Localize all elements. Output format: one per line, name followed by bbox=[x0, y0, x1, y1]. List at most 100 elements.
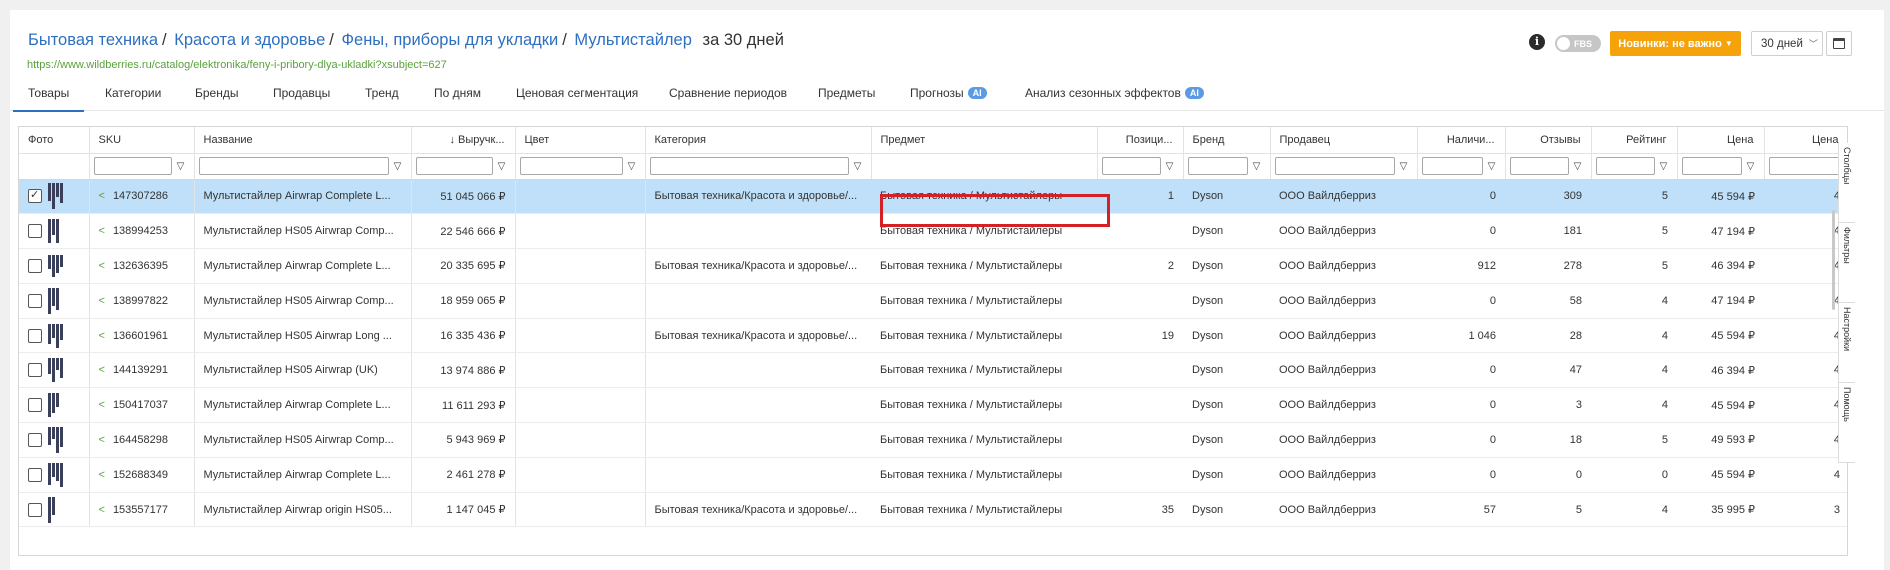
sku-cell[interactable]: <144139291 bbox=[89, 352, 195, 389]
fbs-toggle[interactable]: FBS bbox=[1555, 35, 1601, 52]
col-stock[interactable]: Наличи... bbox=[1417, 127, 1506, 154]
name-cell[interactable]: Мультистайлер Airwrap Complete L... bbox=[194, 457, 412, 493]
filter-icon[interactable]: ▽ bbox=[849, 161, 867, 172]
name-cell[interactable]: Мультистайлер HS05 Airwrap Comp... bbox=[194, 422, 412, 458]
share-icon[interactable]: < bbox=[99, 364, 105, 376]
table-row[interactable]: <138997822 Мультистайлер HS05 Airwrap Com… bbox=[19, 283, 1847, 319]
category-cell[interactable] bbox=[645, 213, 871, 250]
tab-period-comparison[interactable]: Сравнение периодов bbox=[669, 86, 787, 100]
subject-cell[interactable]: Бытовая техника / Мультистайлеры bbox=[871, 248, 1097, 284]
name-cell[interactable]: Мультистайлер HS05 Airwrap (UK) bbox=[194, 352, 412, 389]
sidebar-settings[interactable]: Настройки bbox=[1839, 303, 1855, 383]
filter-icon[interactable]: ▽ bbox=[623, 161, 641, 172]
share-icon[interactable]: < bbox=[99, 330, 105, 342]
category-cell[interactable]: Бытовая техника/Красота и здоровье/... bbox=[645, 248, 871, 284]
sku-value[interactable]: 132636395 bbox=[113, 260, 168, 272]
share-icon[interactable]: < bbox=[99, 260, 105, 272]
filter-input[interactable] bbox=[1681, 157, 1742, 175]
sku-cell[interactable]: <138994253 bbox=[89, 213, 195, 250]
period-select[interactable]: 30 дней ﹀ bbox=[1751, 31, 1823, 56]
filter-input[interactable] bbox=[415, 157, 493, 175]
product-thumbnail[interactable] bbox=[48, 287, 59, 314]
sku-cell[interactable]: <132636395 bbox=[89, 248, 195, 284]
sku-value[interactable]: 150417037 bbox=[113, 399, 168, 411]
share-icon[interactable]: < bbox=[99, 434, 105, 446]
sku-cell[interactable]: <138997822 bbox=[89, 283, 195, 319]
filter-icon[interactable]: ▽ bbox=[1655, 161, 1673, 172]
brand-cell[interactable]: Dyson bbox=[1183, 387, 1270, 424]
table-row[interactable]: <152688349 Мультистайлер Airwrap Complete… bbox=[19, 457, 1847, 493]
table-row[interactable]: <150417037 Мультистайлер Airwrap Complete… bbox=[19, 387, 1847, 424]
filter-input[interactable] bbox=[93, 157, 172, 175]
filter-icon[interactable]: ▽ bbox=[493, 161, 511, 172]
row-checkbox[interactable] bbox=[28, 258, 42, 273]
sidebar-help[interactable]: Помощь bbox=[1839, 383, 1855, 463]
brand-cell[interactable]: Dyson bbox=[1183, 352, 1270, 389]
brand-cell[interactable]: Dyson bbox=[1183, 318, 1270, 354]
subject-cell[interactable]: Бытовая техника / Мультистайлеры bbox=[871, 457, 1097, 493]
table-row[interactable]: <144139291 Мультистайлер HS05 Airwrap (UK… bbox=[19, 352, 1847, 389]
filter-input[interactable] bbox=[1421, 157, 1483, 175]
info-icon[interactable]: i bbox=[1529, 34, 1545, 50]
tab-sellers[interactable]: Продавцы bbox=[273, 86, 330, 100]
filter-input[interactable] bbox=[519, 157, 623, 175]
row-checkbox[interactable] bbox=[28, 432, 42, 447]
sku-value[interactable]: 152688349 bbox=[113, 469, 168, 481]
tab-trend[interactable]: Тренд bbox=[365, 86, 399, 100]
filter-icon[interactable]: ▽ bbox=[1395, 161, 1413, 172]
subject-cell[interactable]: Бытовая техника / Мультистайлеры bbox=[871, 283, 1097, 319]
name-cell[interactable]: Мультистайлер Airwrap Complete L... bbox=[194, 387, 412, 424]
row-checkbox[interactable] bbox=[28, 502, 42, 517]
name-cell[interactable]: Мультистайлер Airwrap origin HS05... bbox=[194, 492, 412, 528]
vertical-scrollbar[interactable] bbox=[1832, 210, 1835, 310]
row-checkbox[interactable] bbox=[28, 398, 42, 413]
sku-cell[interactable]: <153557177 bbox=[89, 492, 195, 528]
filter-icon[interactable]: ▽ bbox=[1248, 161, 1266, 172]
product-thumbnail[interactable] bbox=[48, 496, 55, 523]
filter-icon[interactable]: ▽ bbox=[1742, 161, 1760, 172]
sku-cell[interactable]: <147307286 bbox=[89, 179, 195, 215]
category-cell[interactable]: Бытовая техника/Красота и здоровье/... bbox=[645, 179, 871, 215]
table-row[interactable]: <153557177 Мультистайлер Airwrap origin H… bbox=[19, 492, 1847, 528]
share-icon[interactable]: < bbox=[99, 469, 105, 481]
product-thumbnail[interactable] bbox=[48, 358, 63, 383]
category-cell[interactable] bbox=[645, 352, 871, 389]
category-cell[interactable]: Бытовая техника/Красота и здоровье/... bbox=[645, 492, 871, 528]
filter-input[interactable] bbox=[1509, 157, 1569, 175]
breadcrumb-item-4[interactable]: Мультистайлер bbox=[574, 31, 692, 49]
share-icon[interactable]: < bbox=[99, 295, 105, 307]
subject-cell[interactable]: Бытовая техника / Мультистайлеры bbox=[871, 387, 1097, 424]
category-cell[interactable]: Бытовая техника/Красота и здоровье/... bbox=[645, 318, 871, 354]
product-thumbnail[interactable] bbox=[48, 183, 63, 210]
product-thumbnail[interactable] bbox=[48, 219, 59, 244]
name-cell[interactable]: Мультистайлер HS05 Airwrap Long ... bbox=[194, 318, 412, 354]
product-thumbnail[interactable] bbox=[48, 462, 63, 487]
brand-cell[interactable]: Dyson bbox=[1183, 179, 1270, 215]
sku-value[interactable]: 136601961 bbox=[113, 330, 168, 342]
tab-subjects[interactable]: Предметы bbox=[818, 86, 875, 100]
brand-cell[interactable]: Dyson bbox=[1183, 248, 1270, 284]
col-revenue[interactable]: ↓ Выручк... bbox=[411, 127, 516, 154]
product-thumbnail[interactable] bbox=[48, 323, 63, 348]
col-name[interactable]: Название bbox=[194, 127, 412, 154]
filter-input[interactable] bbox=[1768, 157, 1845, 175]
filter-icon[interactable]: ▽ bbox=[389, 161, 407, 172]
row-checkbox[interactable] bbox=[28, 188, 42, 204]
row-checkbox[interactable] bbox=[28, 293, 42, 308]
col-subject[interactable]: Предмет bbox=[871, 127, 1098, 154]
col-color[interactable]: Цвет bbox=[515, 127, 646, 154]
category-cell[interactable] bbox=[645, 422, 871, 458]
product-thumbnail[interactable] bbox=[48, 426, 63, 453]
breadcrumb-item-1[interactable]: Бытовая техника bbox=[28, 31, 158, 49]
subject-cell[interactable]: Бытовая техника / Мультистайлеры bbox=[871, 352, 1097, 389]
col-sku[interactable]: SKU bbox=[89, 127, 195, 154]
row-checkbox[interactable] bbox=[28, 328, 42, 343]
tab-brands[interactable]: Бренды bbox=[195, 86, 238, 100]
sku-value[interactable]: 138994253 bbox=[113, 225, 168, 237]
tab-by-days[interactable]: По дням bbox=[434, 86, 481, 100]
breadcrumb-item-3[interactable]: Фены, приборы для укладки bbox=[341, 31, 558, 49]
tab-categories[interactable]: Категории bbox=[105, 86, 161, 100]
row-checkbox[interactable] bbox=[28, 467, 42, 482]
filter-input[interactable] bbox=[1274, 157, 1395, 175]
table-row[interactable]: <132636395 Мультистайлер Airwrap Complete… bbox=[19, 248, 1847, 284]
